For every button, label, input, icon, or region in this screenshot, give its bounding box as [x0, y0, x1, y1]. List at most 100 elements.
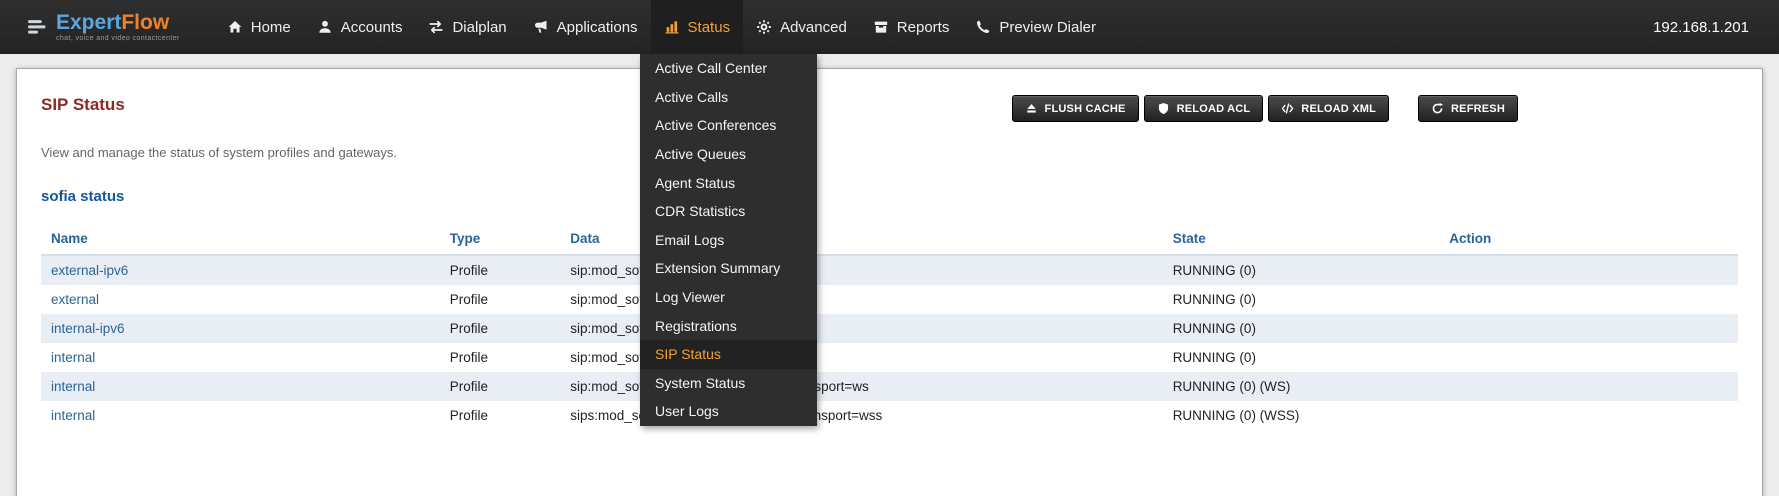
cell-type: Profile — [440, 372, 560, 401]
main-nav: Home Accounts Dialplan Applications Stat… — [214, 0, 1109, 54]
flush-cache-button[interactable]: FLUSH CACHE — [1012, 95, 1139, 122]
cell-type: Profile — [440, 314, 560, 343]
profile-link[interactable]: internal-ipv6 — [51, 321, 125, 336]
logo-name: ExpertFlow — [56, 12, 180, 33]
nav-item-reports[interactable]: Reports — [860, 0, 963, 54]
menu-item-active-call-center[interactable]: Active Call Center — [640, 54, 817, 83]
profile-link[interactable]: external — [51, 292, 99, 307]
box-icon — [873, 19, 889, 35]
table-row: internal Profile sip:mod_sofia@192.168.1… — [41, 343, 1738, 372]
nav-item-accounts[interactable]: Accounts — [304, 0, 416, 54]
chart-icon — [664, 19, 680, 35]
menu-item-system-status[interactable]: System Status — [640, 369, 817, 398]
sofia-status-table: Name Type Data State Action external-ipv… — [41, 223, 1738, 430]
reload-xml-button[interactable]: RELOAD XML — [1268, 95, 1389, 122]
section-title: sofia status — [41, 188, 1738, 205]
cell-type: Profile — [440, 255, 560, 285]
nav-item-label: Accounts — [341, 19, 403, 36]
megaphone-icon — [533, 19, 549, 35]
cell-action — [1439, 255, 1738, 285]
menu-item-agent-status[interactable]: Agent Status — [640, 168, 817, 197]
shield-icon — [1157, 102, 1170, 115]
column-header-action: Action — [1439, 223, 1738, 255]
button-label: RELOAD XML — [1301, 103, 1376, 115]
menu-item-user-logs[interactable]: User Logs — [640, 397, 817, 426]
nav-item-label: Advanced — [780, 19, 847, 36]
table-row: internal-ipv6 Profile sip:mod_sofia@[::]… — [41, 314, 1738, 343]
refresh-button[interactable]: REFRESH — [1418, 95, 1518, 122]
table-row: external Profile sip:mod_sofia@192.168.1… — [41, 285, 1738, 314]
logo-tagline: chat, voice and video contactcenter — [56, 35, 180, 42]
nav-item-label: Reports — [897, 19, 950, 36]
content-card: FLUSH CACHE RELOAD ACL RELOAD XML REFRES… — [16, 68, 1763, 496]
menu-item-email-logs[interactable]: Email Logs — [640, 226, 817, 255]
column-header-name: Name — [41, 223, 440, 255]
cell-action — [1439, 285, 1738, 314]
table-header-row: Name Type Data State Action — [41, 223, 1738, 255]
table-row: internal Profile sip:mod_sofia@192.168.1… — [41, 372, 1738, 401]
cell-type: Profile — [440, 285, 560, 314]
refresh-icon — [1431, 102, 1444, 115]
cell-action — [1439, 372, 1738, 401]
cell-state: RUNNING (0) — [1163, 343, 1440, 372]
button-label: REFRESH — [1451, 103, 1505, 115]
cell-type: Profile — [440, 343, 560, 372]
profile-link[interactable]: internal — [51, 350, 95, 365]
menu-item-active-queues[interactable]: Active Queues — [640, 140, 817, 169]
profile-link[interactable]: external-ipv6 — [51, 263, 128, 278]
cell-state: RUNNING (0) (WS) — [1163, 372, 1440, 401]
menu-item-active-calls[interactable]: Active Calls — [640, 83, 817, 112]
navbar: ExpertFlow chat, voice and video contact… — [0, 0, 1779, 54]
menu-item-cdr-statistics[interactable]: CDR Statistics — [640, 197, 817, 226]
nav-item-advanced[interactable]: Advanced — [743, 0, 860, 54]
nav-item-status[interactable]: Status — [651, 0, 744, 54]
button-label: RELOAD ACL — [1177, 103, 1251, 115]
gear-icon — [756, 19, 772, 35]
profile-link[interactable]: internal — [51, 379, 95, 394]
logo-part1: Expert — [56, 11, 121, 34]
server-address: 192.168.1.201 — [1653, 19, 1749, 36]
nav-item-applications[interactable]: Applications — [520, 0, 651, 54]
table-row: internal Profile sips:mod_sofia@192.168.… — [41, 401, 1738, 430]
column-header-state: State — [1163, 223, 1440, 255]
menu-item-log-viewer[interactable]: Log Viewer — [640, 283, 817, 312]
cell-state: RUNNING (0) — [1163, 314, 1440, 343]
nav-item-preview-dialer[interactable]: Preview Dialer — [962, 0, 1109, 54]
reload-acl-button[interactable]: RELOAD ACL — [1144, 95, 1264, 122]
eject-icon — [1025, 102, 1038, 115]
home-icon — [227, 19, 243, 35]
logo-part2: Flow — [121, 11, 169, 34]
cell-action — [1439, 343, 1738, 372]
cell-type: Profile — [440, 401, 560, 430]
page-description: View and manage the status of system pro… — [41, 145, 1738, 160]
nav-item-label: Preview Dialer — [999, 19, 1096, 36]
nav-item-label: Dialplan — [452, 19, 506, 36]
user-icon — [317, 19, 333, 35]
cell-state: RUNNING (0) — [1163, 285, 1440, 314]
status-dropdown-menu: Active Call Center Active Calls Active C… — [640, 54, 817, 426]
nav-item-label: Home — [251, 19, 291, 36]
menu-item-active-conferences[interactable]: Active Conferences — [640, 111, 817, 140]
nav-item-label: Status — [688, 19, 731, 36]
menu-item-registrations[interactable]: Registrations — [640, 311, 817, 340]
cell-action — [1439, 314, 1738, 343]
code-icon — [1281, 102, 1294, 115]
menu-item-extension-summary[interactable]: Extension Summary — [640, 254, 817, 283]
column-header-type: Type — [440, 223, 560, 255]
button-label: FLUSH CACHE — [1045, 103, 1126, 115]
cell-action — [1439, 401, 1738, 430]
phone-icon — [975, 19, 991, 35]
transfer-icon — [428, 19, 444, 35]
cell-state: RUNNING (0) (WSS) — [1163, 401, 1440, 430]
toolbar: FLUSH CACHE RELOAD ACL RELOAD XML REFRES… — [1012, 95, 1518, 122]
nav-item-home[interactable]: Home — [214, 0, 304, 54]
nav-item-label: Applications — [557, 19, 638, 36]
profile-link[interactable]: internal — [51, 408, 95, 423]
logo-icon — [28, 17, 48, 37]
cell-state: RUNNING (0) — [1163, 255, 1440, 285]
logo-text: ExpertFlow chat, voice and video contact… — [56, 12, 180, 42]
nav-item-dialplan[interactable]: Dialplan — [415, 0, 519, 54]
menu-item-sip-status[interactable]: SIP Status — [640, 340, 817, 369]
table-row: external-ipv6 Profile sip:mod_sofia@[::]… — [41, 255, 1738, 285]
logo[interactable]: ExpertFlow chat, voice and video contact… — [28, 12, 180, 42]
